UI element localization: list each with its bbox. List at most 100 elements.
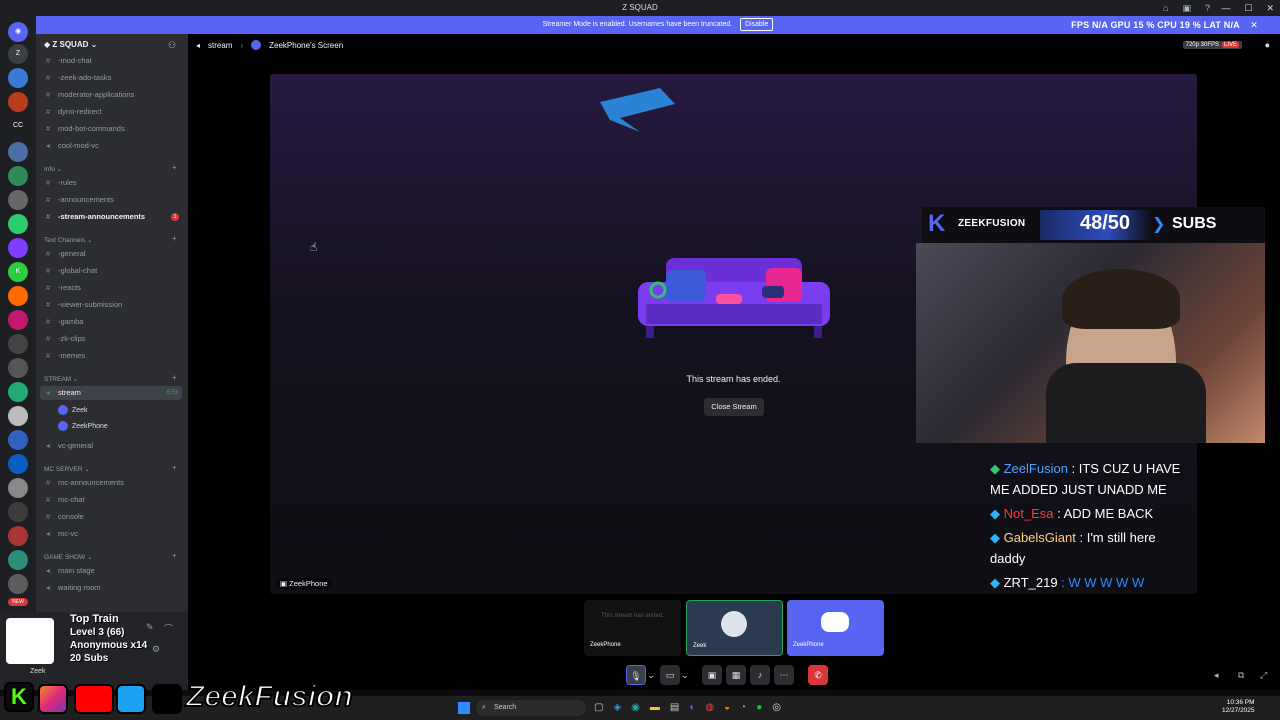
server-icon[interactable] [8, 550, 28, 570]
category-stream[interactable]: STREAM ⌄ [44, 375, 78, 383]
help-icon[interactable]: ? [1205, 0, 1210, 16]
voice-member[interactable]: Zeek [58, 405, 88, 415]
minimize-button[interactable]: — [1221, 0, 1230, 16]
server-icon[interactable] [8, 358, 28, 378]
add-channel-icon[interactable]: + [172, 234, 177, 243]
steam-icon[interactable]: ◔ [740, 702, 746, 713]
channel-item[interactable]: # console [46, 512, 84, 521]
explorer-icon[interactable]: ▬ [650, 702, 660, 713]
taskbar-clock[interactable]: 10:36 PM 12/27/2025 [1222, 699, 1255, 715]
settings-icon[interactable]: ⚙ [152, 644, 160, 655]
fullscreen-icon[interactable]: ⤢ [1260, 670, 1267, 681]
firefox-icon[interactable]: ◒ [724, 702, 730, 713]
server-icon[interactable] [8, 478, 28, 498]
headset-icon[interactable]: ⌒ [164, 622, 173, 635]
chrome-icon[interactable]: ◍ [705, 702, 714, 713]
obs-icon[interactable]: ◎ [772, 702, 781, 713]
server-icon[interactable] [8, 310, 28, 330]
taskbar-search[interactable]: ⌕ Search [476, 700, 586, 716]
voice-channel-item[interactable]: ◂ waiting room [46, 583, 101, 592]
server-icon[interactable] [8, 166, 28, 186]
server-cc-icon[interactable]: CC [8, 116, 28, 136]
channel-item[interactable]: # -mod-chat [46, 56, 92, 65]
activities-button[interactable]: ▦ [726, 665, 746, 685]
disable-streamer-mode-button[interactable]: Disable [740, 18, 774, 31]
server-icon[interactable]: Z [8, 44, 28, 64]
close-banner-icon[interactable]: ✕ [1250, 20, 1258, 30]
server-icon[interactable] [8, 382, 28, 402]
volume-icon[interactable]: ◂ [1214, 670, 1219, 681]
chat-icon[interactable]: ● [1265, 40, 1270, 50]
username[interactable]: Zeek [30, 668, 46, 675]
channel-item[interactable]: # dyno-redirect [46, 107, 102, 116]
edge-icon[interactable]: ◉ [631, 702, 640, 713]
stage-channel-item[interactable]: ◂ main stage [46, 566, 95, 575]
server-header[interactable]: ◆ Z SQUAD ⌄ [44, 40, 97, 49]
channel-item[interactable]: # -global-chat [46, 266, 97, 275]
voice-channel-item[interactable]: ◂ mc-vc [46, 529, 78, 538]
voice-channel-item[interactable]: ◂ vc-general [46, 441, 93, 450]
category-text-channels[interactable]: Text Channels ⌄ [44, 236, 92, 244]
category-game-show[interactable]: GAME SHOW ⌄ [44, 553, 92, 561]
server-icon[interactable]: K [8, 262, 28, 282]
server-icon[interactable] [8, 92, 28, 112]
server-icon[interactable] [8, 142, 28, 162]
voice-member[interactable]: ZeekPhone [58, 421, 108, 431]
task-view-icon[interactable]: ▢ [594, 702, 603, 713]
mic-options-chevron-icon[interactable]: ⌄ [646, 665, 656, 685]
channel-item[interactable]: # -zk-clips [46, 334, 86, 343]
popout-icon[interactable]: ⧉ [1238, 670, 1244, 681]
store-icon[interactable]: ▤ [670, 702, 679, 713]
channel-item[interactable]: # mod-bot-commands [46, 124, 125, 133]
server-icon[interactable] [8, 190, 28, 210]
channel-item[interactable]: # mc-announcements [46, 478, 124, 487]
channel-item[interactable]: # -memes [46, 351, 85, 360]
share-screen-button[interactable]: ▣ [702, 665, 722, 685]
more-options-button[interactable]: ⋯ [774, 665, 794, 685]
camera-options-chevron-icon[interactable]: ⌄ [680, 665, 690, 685]
add-channel-icon[interactable]: + [172, 163, 177, 172]
camera-button[interactable]: ▭ [660, 665, 680, 685]
windows-start-icon[interactable] [458, 702, 470, 714]
channel-item[interactable]: # -gamba [46, 317, 83, 326]
spotify-icon[interactable]: ● [756, 702, 762, 713]
server-icon[interactable] [8, 502, 28, 522]
channel-item[interactable]: # -zeek-ado-tasks [46, 73, 111, 82]
discord-app-icon[interactable]: ◐ [689, 702, 695, 713]
server-icon[interactable] [8, 406, 28, 426]
server-icon[interactable] [8, 430, 28, 450]
close-window-button[interactable]: ✕ [1266, 0, 1274, 16]
server-icon[interactable] [8, 286, 28, 306]
category-mc-server[interactable]: MC SERVER ⌄ [44, 465, 90, 473]
channel-item[interactable]: # -viewer-submission [46, 300, 122, 309]
inbox-icon[interactable]: ▣ [1182, 0, 1191, 16]
add-channel-icon[interactable]: + [172, 551, 177, 560]
pin-icon[interactable]: ⌂ [1163, 0, 1168, 16]
add-channel-icon[interactable]: + [172, 373, 177, 382]
participant-tile[interactable]: This stream has ended. ZeekPhone [584, 600, 681, 656]
category-info[interactable]: Info ⌄ [44, 165, 62, 173]
server-icon[interactable] [8, 214, 28, 234]
channel-item[interactable]: # -rules [46, 178, 77, 187]
server-icon[interactable] [8, 526, 28, 546]
channel-item[interactable]: # moderator-applications [46, 90, 134, 99]
disconnect-button[interactable]: ✆ [808, 665, 828, 685]
server-icon[interactable] [8, 238, 28, 258]
add-member-icon[interactable]: ⚇ [168, 40, 176, 51]
server-icon[interactable] [8, 334, 28, 354]
voice-channel-stream[interactable]: ◂ stream 6:53 [40, 386, 182, 400]
close-stream-button[interactable]: Close Stream [704, 398, 764, 416]
channel-item[interactable]: # -reacts [46, 283, 81, 292]
microphone-button[interactable]: 🎙 [626, 665, 646, 685]
copilot-icon[interactable]: ◈ [613, 702, 621, 713]
channel-item[interactable]: # -general [46, 249, 86, 258]
soundboard-button[interactable]: ♪ [750, 665, 770, 685]
channel-name[interactable]: stream [208, 41, 232, 50]
mute-icon[interactable]: ✎ [146, 622, 154, 633]
maximize-button[interactable]: ☐ [1244, 0, 1252, 16]
channel-item[interactable]: # -announcements [46, 195, 114, 204]
channel-item[interactable]: # mc-chat [46, 495, 85, 504]
server-icon[interactable] [8, 68, 28, 88]
server-icon[interactable] [8, 454, 28, 474]
voice-channel-item[interactable]: ◂ cool-mod-vc [46, 141, 99, 150]
